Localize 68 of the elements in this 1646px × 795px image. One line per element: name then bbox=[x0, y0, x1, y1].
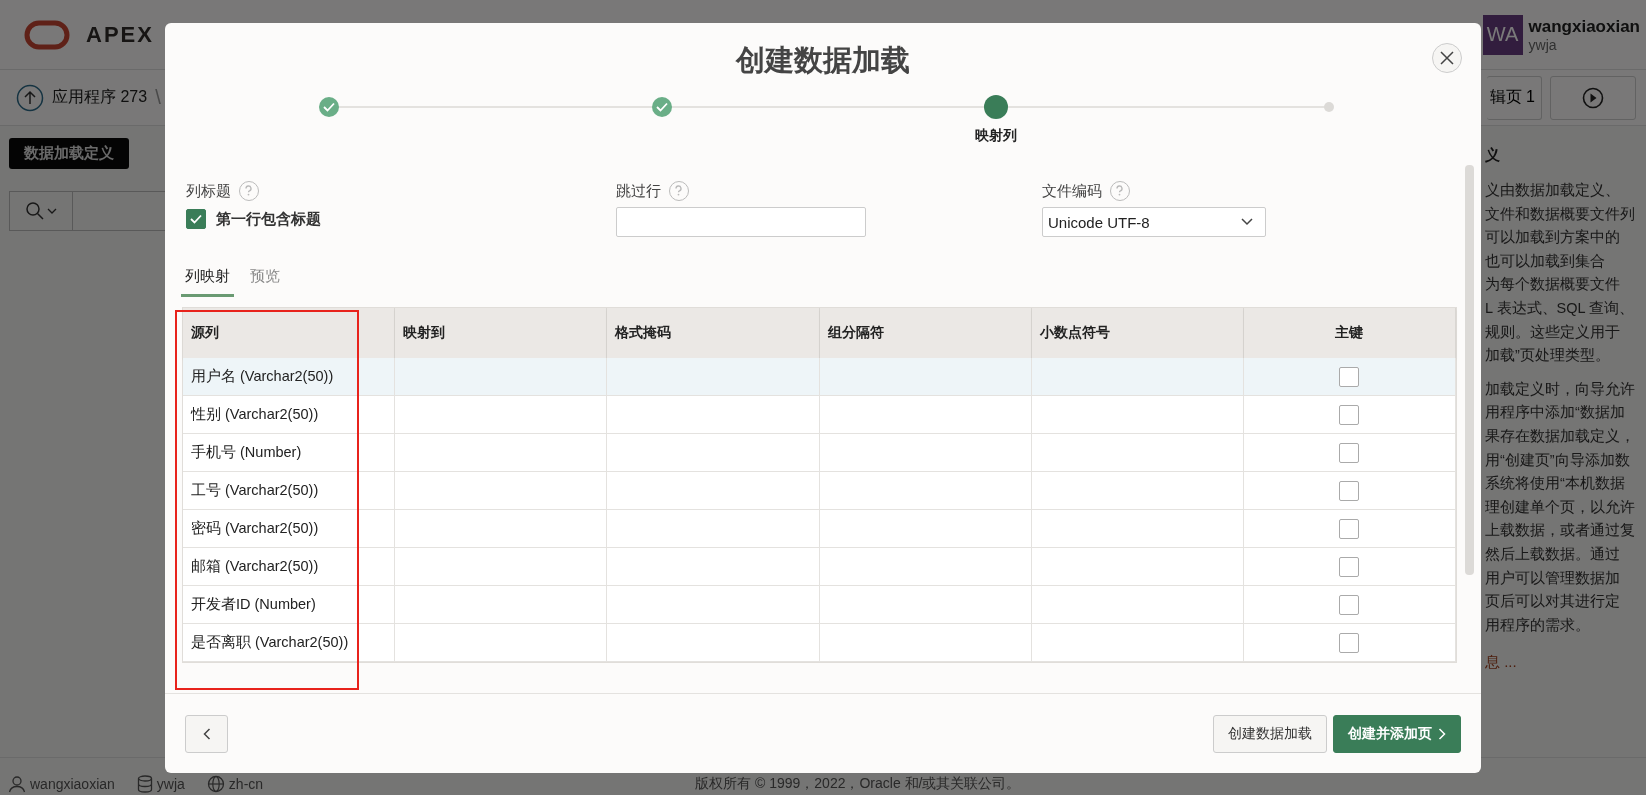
footer-workspace: ywja bbox=[156, 776, 185, 792]
help-title: 义 bbox=[1485, 146, 1501, 165]
breadcrumb-link[interactable]: 应用程序 273 bbox=[52, 87, 148, 108]
back-button[interactable] bbox=[185, 714, 228, 753]
chevron-right-icon bbox=[1438, 727, 1446, 740]
table-cell: 密码 (Varchar2(50)) bbox=[183, 510, 396, 548]
edit-page-button[interactable]: 辑页 1 bbox=[1486, 75, 1542, 120]
column-header: 主键 bbox=[1243, 308, 1456, 358]
dialog-title: 创建数据加载 bbox=[736, 43, 910, 78]
help-paragraph: 加载定义时，向导允许 用程序中添加“数据加 果存在数据加载定义， 用“创建页”向导添加数 系统将使用“本机数据 理创建单个页，以允许 上载数据，或者通过复 然后上载数据。通过 用户可以管理数据加 页后可以对其进行定 用程序的需求。 bbox=[1485, 379, 1636, 635]
chevron-left-icon bbox=[202, 727, 211, 740]
tab[interactable]: 列映射 bbox=[181, 259, 234, 297]
scrollbar[interactable] bbox=[1465, 165, 1474, 575]
workspace-name: ywja bbox=[1528, 36, 1558, 53]
checkbox[interactable] bbox=[1339, 404, 1360, 425]
column-header: 映射到 bbox=[395, 308, 608, 358]
database-icon bbox=[136, 775, 153, 793]
table-cell: 开发者ID (Number) bbox=[183, 586, 396, 624]
globe-icon bbox=[206, 775, 225, 793]
checkbox[interactable] bbox=[186, 209, 206, 229]
checkbox[interactable] bbox=[1339, 594, 1360, 615]
chevron-down-icon bbox=[1241, 218, 1253, 226]
play-icon bbox=[1582, 86, 1604, 109]
column-header: 源列 bbox=[183, 308, 396, 358]
chevron-down-icon bbox=[47, 208, 57, 214]
field-label: 列标题 bbox=[186, 181, 231, 201]
checkbox-label: 第一行包含标题 bbox=[216, 209, 321, 229]
column-header: 组分隔符 bbox=[819, 308, 1032, 358]
column-header: 小数点符号 bbox=[1031, 308, 1244, 358]
table-cell: 用户名 (Varchar2(50)) bbox=[183, 358, 396, 396]
table-cell: 工号 (Varchar2(50)) bbox=[183, 472, 396, 510]
definition-tab[interactable]: 数据加载定义 bbox=[9, 138, 129, 169]
step-label: 映射列 bbox=[974, 127, 1017, 145]
checkbox[interactable] bbox=[1339, 442, 1360, 463]
field-label: 文件编码 bbox=[1042, 181, 1102, 201]
user-name: wangxiaoxian bbox=[1528, 16, 1640, 37]
copyright-text: 版权所有 © 1999，2022，Oracle 和/或其关联公司。 bbox=[695, 775, 1021, 793]
breadcrumb-separator: \ bbox=[155, 86, 161, 109]
column-header: 格式掩码 bbox=[607, 308, 820, 358]
close-button[interactable] bbox=[1432, 43, 1462, 73]
table-cell: 邮箱 (Varchar2(50)) bbox=[183, 548, 396, 586]
search-menu-button[interactable] bbox=[9, 191, 73, 231]
user-avatar[interactable]: WA bbox=[1482, 14, 1523, 55]
search-icon bbox=[25, 201, 45, 221]
field-label: 跳过行 bbox=[616, 181, 661, 201]
input-field[interactable] bbox=[616, 207, 866, 237]
oracle-logo-icon bbox=[24, 19, 70, 50]
table-cell: 是否离职 (Varchar2(50)) bbox=[183, 624, 396, 662]
checkbox[interactable] bbox=[1339, 480, 1360, 501]
checkbox[interactable] bbox=[1339, 632, 1360, 653]
create-button[interactable]: 创建数据加载 bbox=[1213, 714, 1327, 753]
select-field[interactable]: Unicode UTF-8 bbox=[1042, 207, 1266, 237]
check-icon bbox=[189, 212, 203, 226]
tab[interactable]: 预览 bbox=[246, 259, 284, 297]
help-paragraph: 义由数据加载定义、 文件和数据概要文件列 可以加载到方案中的 也可以加载到集合 为每个数据概要文件 L 表达式、SQL 查询、 规则。这些定义用于 加载”页处理类型。 bbox=[1485, 181, 1636, 366]
user-icon bbox=[8, 775, 26, 793]
checkbox[interactable] bbox=[1339, 556, 1360, 577]
footer-language: zh-cn bbox=[228, 776, 264, 792]
checkbox[interactable] bbox=[1339, 366, 1360, 387]
close-icon bbox=[1440, 51, 1454, 65]
footer-user: wangxiaoxian bbox=[30, 776, 115, 792]
more-info-link[interactable]: 息 ... bbox=[1485, 653, 1646, 673]
app-logo-text: APEX bbox=[86, 21, 154, 48]
create-and-add-button[interactable]: 创建并添加页 bbox=[1333, 714, 1461, 753]
checkbox[interactable] bbox=[1339, 518, 1360, 539]
table-cell: 手机号 (Number) bbox=[183, 434, 396, 472]
table-cell: 性别 (Varchar2(50)) bbox=[183, 396, 396, 434]
run-button[interactable] bbox=[1550, 75, 1636, 120]
